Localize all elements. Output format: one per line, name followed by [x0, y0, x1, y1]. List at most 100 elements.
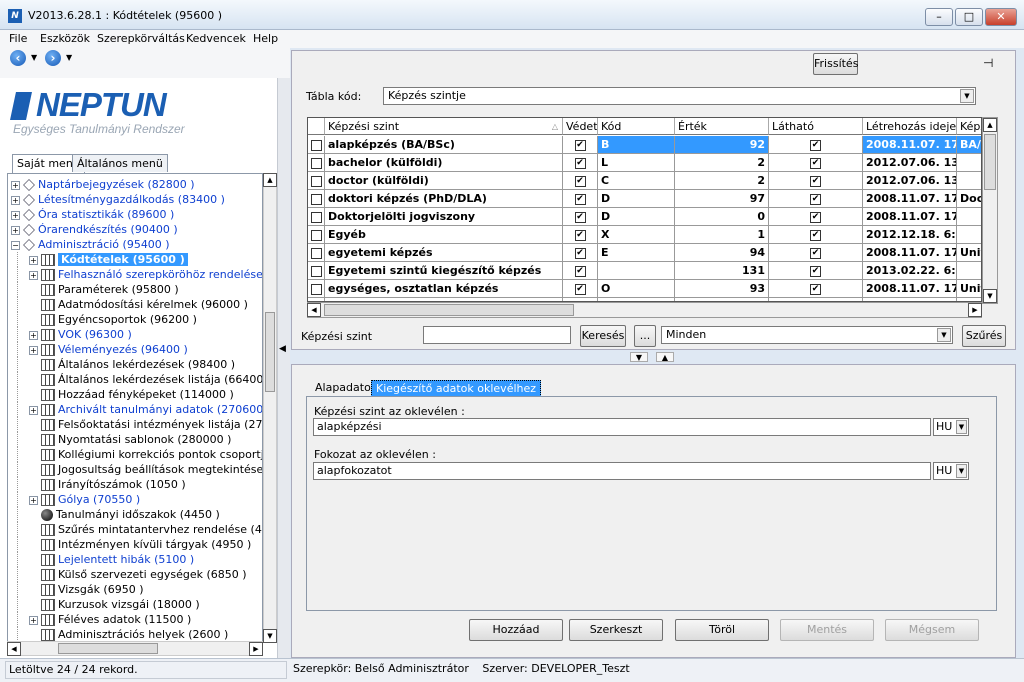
row-selector[interactable] — [308, 280, 325, 298]
cell-protected[interactable]: ✔ — [563, 136, 598, 154]
cell-visible[interactable]: ✔ — [769, 154, 863, 172]
tree-item[interactable]: + Archivált tanulmányi adatok (270600 ) — [17, 402, 262, 417]
tree-item[interactable]: − Adminisztráció (95400 ) — [11, 237, 170, 252]
search-button[interactable]: Keresés — [580, 325, 626, 347]
expand-toggle-icon[interactable]: + — [29, 345, 38, 355]
scroll-up-icon[interactable]: ▲ — [983, 118, 997, 132]
expand-toggle-icon[interactable]: + — [29, 615, 38, 625]
tree-item[interactable]: Nyomtatási sablonok (280000 ) — [17, 432, 231, 447]
checkbox-checked-icon[interactable]: ✔ — [810, 139, 821, 151]
table-row[interactable]: egyetemi képzés ✔ E94 ✔ 2008.11.07. 17:0Univ — [308, 244, 981, 262]
cell-visible[interactable]: ✔ — [769, 244, 863, 262]
header-extra[interactable]: Képz — [957, 118, 981, 135]
header-protected[interactable]: Védett — [563, 118, 598, 135]
scroll-down-icon[interactable]: ▼ — [983, 289, 997, 303]
tree-item-label[interactable]: Féléves adatok (11500 ) — [58, 613, 191, 626]
tree-item-label[interactable]: Hozzáad fényképeket (114000 ) — [58, 388, 234, 401]
table-row[interactable]: Doktorjelölti jogviszony ✔ D 0 ✔ 2008.11.07. … — [308, 208, 981, 226]
table-row[interactable]: Egyéb ✔ X1 ✔ 2012.12.18. 6:36 — [308, 226, 981, 244]
chevron-down-icon[interactable]: ▼ — [937, 328, 951, 342]
menu-file[interactable]: File — [9, 32, 27, 45]
tab-general-menu[interactable]: Általános menü — [72, 154, 168, 172]
checkbox-icon[interactable] — [310, 139, 322, 151]
close-button[interactable]: ✕ — [985, 8, 1017, 26]
tree-item[interactable]: Kurzusok vizsgái (18000 ) — [17, 597, 200, 612]
expand-toggle-icon[interactable]: − — [11, 240, 20, 250]
save-button[interactable]: Mentés — [780, 619, 874, 641]
tree-item-label[interactable]: Felhasználó szerepköröhöz rendelése (957… — [58, 268, 262, 281]
sort-ascending-icon[interactable]: △ — [552, 118, 558, 134]
row-selector[interactable] — [308, 262, 325, 280]
menu-role-switch[interactable]: Szerepkörváltás — [97, 32, 185, 45]
row-selector[interactable] — [308, 136, 325, 154]
checkbox-checked-icon[interactable]: ✔ — [810, 211, 821, 223]
menu-help[interactable]: Help — [253, 32, 278, 45]
cell-protected[interactable]: ✔ — [563, 244, 598, 262]
tree-item[interactable]: Szűrés mintatantervhez rendelése (4500 ) — [17, 522, 262, 537]
tree-item-label[interactable]: Órarendkészítés (90400 ) — [38, 223, 178, 236]
header-value[interactable]: Érték — [675, 118, 769, 135]
expand-toggle-icon[interactable]: + — [11, 180, 20, 190]
tree-item-label[interactable]: Gólya (70550 ) — [58, 493, 140, 506]
header-visible[interactable]: Látható — [769, 118, 863, 135]
checkbox-icon[interactable] — [310, 283, 322, 295]
grid-hscroll-thumb[interactable] — [324, 304, 574, 316]
checkbox-checked-icon[interactable]: ✔ — [810, 265, 821, 277]
add-button[interactable]: Hozzáad — [469, 619, 563, 641]
tree-item[interactable]: Általános lekérdezések listája (66400 ) — [17, 372, 262, 387]
checkbox-checked-icon[interactable]: ✔ — [574, 283, 586, 295]
expand-toggle-icon[interactable]: + — [29, 330, 38, 340]
tree-vertical-scrollbar[interactable]: ▲ ▼ — [263, 173, 277, 643]
grid-horizontal-scrollbar[interactable]: ◀ ▶ — [307, 302, 982, 318]
tree-item-label[interactable]: Adminisztrációs helyek (2600 ) — [58, 628, 228, 641]
diploma-level-language-select[interactable]: HU ▼ — [933, 418, 969, 436]
cell-protected[interactable]: ✔ — [563, 154, 598, 172]
tree-item[interactable]: Lejelentett hibák (5100 ) — [17, 552, 194, 567]
checkbox-checked-icon[interactable]: ✔ — [574, 229, 586, 241]
cell-visible[interactable]: ✔ — [769, 226, 863, 244]
cell-visible[interactable]: ✔ — [769, 190, 863, 208]
table-row[interactable]: alapképzés (BA/BSc) ✔ B92 ✔ 2008.11.07. 17:0… — [308, 136, 981, 154]
checkbox-icon[interactable] — [310, 157, 322, 169]
back-arrow-icon[interactable]: ‹ — [10, 50, 26, 66]
tree-item[interactable]: Felsőoktatási intézmények listája (27180… — [17, 417, 262, 432]
tree-item[interactable]: Hozzáad fényképeket (114000 ) — [17, 387, 234, 402]
tree-item[interactable]: + Felhasználó szerepköröhöz rendelése (95… — [17, 267, 262, 282]
cell-protected[interactable]: ✔ — [563, 226, 598, 244]
chevron-down-icon[interactable]: ▼ — [956, 464, 967, 478]
header-selector[interactable] — [308, 118, 325, 135]
minimize-button[interactable]: – — [925, 8, 953, 26]
tree-item-label[interactable]: Adminisztráció (95400 ) — [38, 238, 170, 251]
tree-item-label[interactable]: Szűrés mintatantervhez rendelése (4500 ) — [58, 523, 262, 536]
collapse-up-icon[interactable]: ▲ — [656, 352, 674, 362]
expand-toggle-icon[interactable]: + — [11, 210, 20, 220]
diploma-degree-language-select[interactable]: HU ▼ — [933, 462, 969, 480]
table-row[interactable]: bachelor (külföldi) ✔ L2 ✔ 2012.07.06. 13:5 — [308, 154, 981, 172]
tree-item[interactable]: Kollégiumi korrekciós pontok csoportjai … — [17, 447, 262, 462]
scroll-down-icon[interactable]: ▼ — [263, 629, 277, 643]
tree-item[interactable]: + Gólya (70550 ) — [17, 492, 140, 507]
checkbox-icon[interactable] — [310, 175, 322, 187]
scroll-up-icon[interactable]: ▲ — [263, 173, 277, 187]
expand-toggle-icon[interactable]: + — [29, 270, 38, 280]
checkbox-icon[interactable] — [310, 229, 322, 241]
tree-item[interactable]: + VOK (96300 ) — [17, 327, 132, 342]
tree-item[interactable]: Egyéncsoportok (96200 ) — [17, 312, 197, 327]
cancel-button[interactable]: Mégsem — [885, 619, 979, 641]
checkbox-checked-icon[interactable]: ✔ — [810, 175, 821, 187]
tree-item-label[interactable]: Óra statisztikák (89600 ) — [38, 208, 174, 221]
checkbox-checked-icon[interactable]: ✔ — [574, 157, 586, 169]
table-row[interactable]: doktori képzés (PhD/DLA) ✔ D 97 ✔ 2008.11.07.… — [308, 190, 981, 208]
cell-visible[interactable]: ✔ — [769, 208, 863, 226]
pane-splitter[interactable]: ◀ — [277, 78, 290, 658]
expand-toggle-icon[interactable]: + — [11, 195, 20, 205]
tree-item[interactable]: Általános lekérdezések (98400 ) — [17, 357, 235, 372]
row-selector[interactable] — [308, 154, 325, 172]
row-selector[interactable] — [308, 172, 325, 190]
tree-item-label[interactable]: Külső szervezeti egységek (6850 ) — [58, 568, 247, 581]
cell-visible[interactable]: ✔ — [769, 136, 863, 154]
table-code-select[interactable]: Képzés szintje ▼ — [383, 87, 976, 105]
delete-button[interactable]: Töröl — [675, 619, 769, 641]
tree-item-label[interactable]: Általános lekérdezések listája (66400 ) — [58, 373, 262, 386]
tree-item[interactable]: Vizsgák (6950 ) — [17, 582, 144, 597]
